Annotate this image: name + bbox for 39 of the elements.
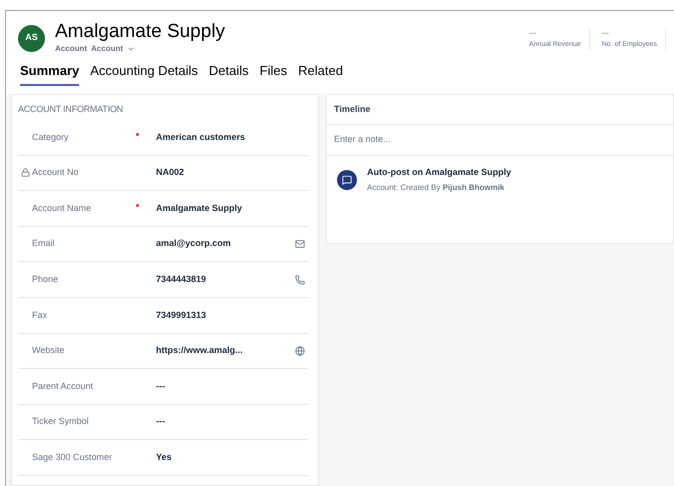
section-title: ACCOUNT INFORMATION	[18, 102, 124, 116]
tab[interactable]: Files	[260, 61, 288, 86]
avatar: AS	[18, 24, 45, 52]
field-value[interactable]: ---	[156, 415, 292, 429]
post-text: Account: Created By Pijush Bhowmik	[367, 182, 506, 194]
field-label: Account No	[32, 166, 80, 180]
field-label: Ticker Symbol	[32, 415, 90, 428]
note-field[interactable]: Enter a note...	[327, 125, 673, 156]
field-label: Account Name	[32, 202, 92, 215]
email-icon[interactable]	[295, 239, 305, 250]
tab[interactable]: Accounting Details	[90, 61, 198, 86]
field-label: Parent Account	[32, 380, 94, 393]
timeline-title: Timeline	[327, 94, 673, 125]
chevron-icon[interactable]	[127, 45, 135, 53]
field-label: Category	[32, 130, 70, 144]
field-value[interactable]: amal@ycorp.com	[156, 237, 292, 251]
message-icon	[342, 174, 352, 185]
record-title: Amalgamate Supply	[55, 21, 226, 43]
field-value[interactable]: ---	[156, 380, 292, 394]
field-value[interactable]: NA002	[156, 166, 292, 180]
field-label: Email	[32, 237, 56, 250]
field-value[interactable]: https://www.amalg...	[156, 344, 292, 358]
field-value[interactable]: 7349991313	[156, 308, 292, 322]
field-value[interactable]: 7344443819	[156, 272, 292, 286]
field-value[interactable]: American customers	[156, 130, 292, 144]
field-label: Fax	[32, 308, 48, 322]
tab[interactable]: Details	[208, 61, 249, 86]
post-title: Auto-post on Amalgamate Supply	[367, 166, 512, 179]
field-value[interactable]: Amalgamate Supply	[156, 202, 292, 216]
field-label: Phone	[32, 272, 60, 286]
globe-icon[interactable]	[295, 346, 305, 356]
entity-name: Account	[55, 43, 87, 55]
field-label: Sage 300 Customer	[32, 450, 114, 464]
tab[interactable]: Summary	[20, 61, 80, 86]
field-value[interactable]: Yes	[156, 450, 292, 464]
phone-icon[interactable]	[295, 274, 305, 285]
field-label: Website	[32, 344, 66, 358]
tab[interactable]: Related	[298, 61, 343, 86]
form-name: Account	[91, 43, 123, 55]
